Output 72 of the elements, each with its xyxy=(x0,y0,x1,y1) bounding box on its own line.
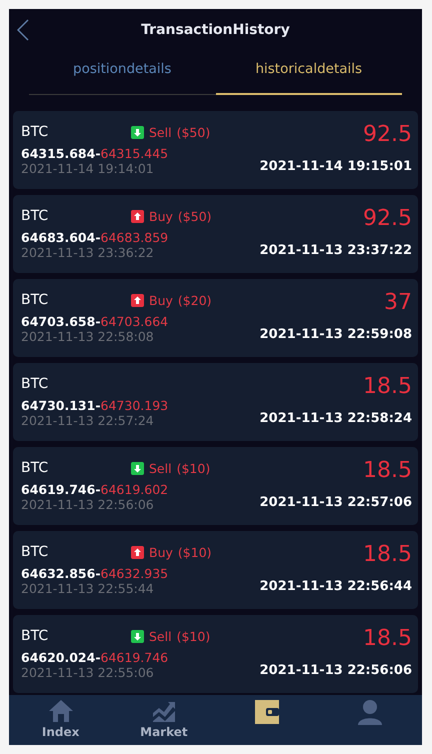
price-range: 64730.131-64730.193 xyxy=(21,398,168,413)
open-time: 2021-11-13 22:55:44 xyxy=(21,581,155,596)
profit-value: 92.5 xyxy=(363,205,412,233)
profit-value: 18.5 xyxy=(363,541,412,569)
symbol-label: BTC xyxy=(21,460,50,476)
price-range: 64683.604-64683.859 xyxy=(21,230,170,245)
nav-label: Index xyxy=(42,725,80,739)
symbol-label: BTC xyxy=(21,544,50,560)
close-time: 2021-11-13 22:59:08 xyxy=(260,327,412,342)
direction-label: Buy xyxy=(149,544,173,560)
price-range: 64620.024-64619.746 xyxy=(21,650,170,665)
direction-label: Sell xyxy=(149,628,172,644)
symbol-label: BTC xyxy=(21,124,50,140)
wallet-icon xyxy=(254,699,280,725)
nav-item[interactable]: Market xyxy=(112,695,216,745)
nav-item[interactable]: Index xyxy=(9,695,112,745)
home-icon xyxy=(48,699,74,723)
amount-label: ($10) xyxy=(176,628,210,644)
transaction-card[interactable]: BTC Buy ($10) 64632.856-64632.935 2021-11-13 22:55:44 18.5 2021-11-13 22:56:44 xyxy=(13,531,418,609)
chart-icon xyxy=(150,699,177,723)
profit-value: 18.5 xyxy=(363,373,412,401)
open-time: 2021-11-13 22:56:06 xyxy=(21,497,155,512)
transaction-card[interactable]: BTC Sell ($50) 64315.684-64315.445 2021-11-14 19:14:01 92.5 2021-11-14 19:15:01 xyxy=(13,111,418,189)
back-icon[interactable] xyxy=(17,19,29,41)
symbol-label: BTC xyxy=(21,376,50,392)
amount-label: ($10) xyxy=(178,544,212,560)
symbol-label: BTC xyxy=(21,628,50,644)
transaction-card[interactable]: BTC Sell ($10) 64619.746-64619.602 2021-11-13 22:56:06 18.5 2021-11-13 22:57:06 xyxy=(13,447,418,525)
down-arrow-icon xyxy=(131,630,144,642)
transaction-card[interactable]: BTC Buy ($20) 64703.658-64703.664 2021-11-13 22:58:08 37 2021-11-13 22:59:08 xyxy=(13,279,418,357)
amount-label: ($20) xyxy=(178,292,212,308)
close-time: 2021-11-13 22:56:44 xyxy=(260,579,412,594)
profit-value: 92.5 xyxy=(363,121,412,149)
amount-label: ($50) xyxy=(178,208,212,224)
close-time: 2021-11-13 22:58:24 xyxy=(260,411,412,426)
close-time: 2021-11-13 22:56:06 xyxy=(260,663,412,678)
close-time: 2021-11-14 19:15:01 xyxy=(260,159,412,174)
tab[interactable]: historicaldetails xyxy=(216,51,402,95)
nav-label: Market xyxy=(140,725,188,739)
symbol-label: BTC xyxy=(21,292,50,308)
transaction-card[interactable]: BTC Buy ($50) 64683.604-64683.859 2021-11-13 23:36:22 92.5 2021-11-13 23:37:22 xyxy=(13,195,418,273)
direction-label: Sell xyxy=(149,124,172,140)
open-time: 2021-11-13 22:55:06 xyxy=(21,665,155,680)
transaction-card[interactable]: BTC 64730.131-64730.193 2021-11-13 22:57:24 18.5 2021-11-13 22:58:24 xyxy=(13,363,418,441)
profit-value: 18.5 xyxy=(363,457,412,485)
close-time: 2021-11-13 23:37:22 xyxy=(260,243,412,258)
down-arrow-icon xyxy=(131,462,144,474)
price-range: 64315.684-64315.445 xyxy=(21,146,170,161)
amount-label: ($50) xyxy=(176,124,210,140)
close-time: 2021-11-13 22:57:06 xyxy=(260,495,412,510)
up-arrow-icon xyxy=(131,546,144,558)
up-arrow-icon xyxy=(131,210,144,222)
symbol-label: BTC xyxy=(21,208,50,224)
user-icon xyxy=(357,699,384,725)
open-time: 2021-11-13 22:58:08 xyxy=(21,329,155,344)
down-arrow-icon xyxy=(131,126,144,138)
profit-value: 37 xyxy=(384,289,412,317)
open-time: 2021-11-14 19:14:01 xyxy=(21,161,155,176)
transaction-card[interactable]: BTC Sell ($10) 64620.024-64619.746 2021-11-13 22:55:06 18.5 2021-11-13 22:56:06 xyxy=(13,615,418,693)
price-range: 64703.658-64703.664 xyxy=(21,314,170,329)
up-arrow-icon xyxy=(131,294,144,306)
page-title: TransactionHistory xyxy=(141,22,290,38)
direction-label: Sell xyxy=(149,460,172,476)
direction-label: Buy xyxy=(149,208,173,224)
direction-label: Buy xyxy=(149,292,173,308)
open-time: 2021-11-13 23:36:22 xyxy=(21,245,155,260)
price-range: 64619.746-64619.602 xyxy=(21,482,170,497)
open-time: 2021-11-13 22:57:24 xyxy=(21,413,155,428)
tab[interactable]: positiondetails xyxy=(29,51,216,95)
amount-label: ($10) xyxy=(176,460,210,476)
profit-value: 18.5 xyxy=(363,625,412,653)
price-range: 64632.856-64632.935 xyxy=(21,566,170,581)
